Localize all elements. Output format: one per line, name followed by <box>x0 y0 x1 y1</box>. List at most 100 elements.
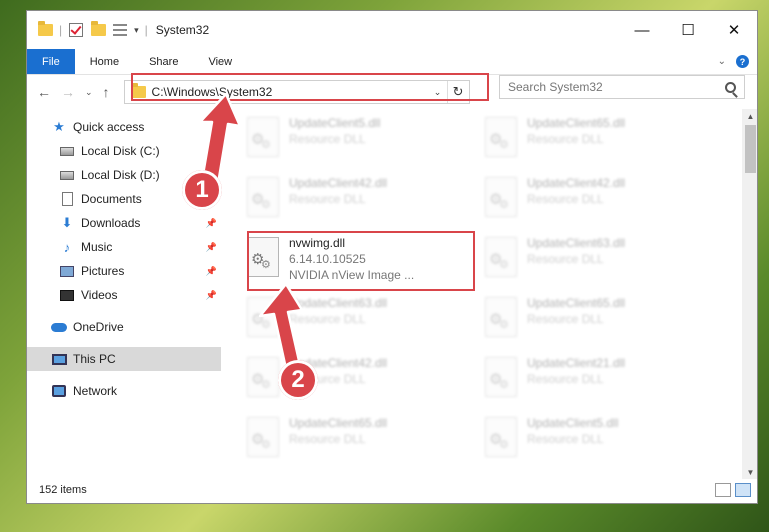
disk-icon <box>59 167 75 183</box>
pin-icon[interactable]: 📌 <box>206 290 217 301</box>
window-controls: — ☐ ✕ <box>619 11 757 49</box>
scroll-up-arrow-icon[interactable]: ▲ <box>742 109 757 123</box>
recent-locations-button[interactable]: ⌄ <box>85 87 93 98</box>
file-name: UpdateClient63.dll <box>527 236 626 250</box>
expand-ribbon-chevron-icon[interactable]: ⌄ <box>718 56 726 67</box>
file-name: nvwimg.dll <box>289 236 346 250</box>
file-type: Resource DLL <box>289 192 366 206</box>
customize-toolbar-chevron-icon[interactable]: ▾ <box>134 25 139 36</box>
sidebar-item-onedrive[interactable]: OneDrive <box>27 315 221 339</box>
file-version: 6.14.10.10525 <box>289 252 366 266</box>
file-type: Resource DLL <box>289 132 366 146</box>
maximize-button[interactable]: ☐ <box>665 11 711 49</box>
help-icon[interactable]: ? <box>736 55 749 68</box>
dll-file-icon <box>485 417 517 457</box>
dll-file-icon <box>485 177 517 217</box>
tab-file[interactable]: File <box>27 49 75 74</box>
list-item[interactable]: UpdateClient63.dll Resource DLL <box>485 233 705 285</box>
close-button[interactable]: ✕ <box>711 11 757 49</box>
properties-icon[interactable] <box>112 22 128 38</box>
sidebar-item-pictures[interactable]: Pictures 📌 <box>27 259 221 283</box>
cloud-icon <box>51 319 67 335</box>
dll-file-icon <box>247 417 279 457</box>
sidebar-item-music[interactable]: ♪ Music 📌 <box>27 235 221 259</box>
minimize-button[interactable]: — <box>619 11 665 49</box>
folder-icon <box>130 83 146 98</box>
properties-check-icon[interactable] <box>68 22 84 38</box>
main-area: ★ Quick access Local Disk (C:) Local Dis… <box>27 109 757 479</box>
sidebar-item-label: This PC <box>73 352 116 366</box>
file-type: Resource DLL <box>527 132 604 146</box>
search-icon <box>725 81 736 93</box>
tab-view[interactable]: View <box>193 49 247 74</box>
details-view-icon[interactable] <box>715 483 731 497</box>
refresh-button[interactable]: ↻ <box>446 81 469 103</box>
file-type: Resource DLL <box>527 192 604 206</box>
forward-button[interactable]: → <box>61 84 75 100</box>
dll-file-icon <box>485 117 517 157</box>
documents-icon <box>59 191 75 207</box>
sidebar-item-network[interactable]: Network <box>27 379 221 403</box>
music-icon: ♪ <box>63 239 71 255</box>
list-item[interactable]: UpdateClient42.dll Resource DLL <box>485 173 705 225</box>
sidebar-item-downloads[interactable]: ⬇ Downloads 📌 <box>27 211 221 235</box>
step-2-badge: 2 <box>278 360 318 400</box>
sidebar-item-label: Network <box>73 384 118 398</box>
pin-icon[interactable]: 📌 <box>206 242 217 253</box>
file-name: UpdateClient5.dll <box>527 416 619 430</box>
list-item[interactable]: UpdateClient5.dll Resource DLL <box>485 413 705 465</box>
file-type: Resource DLL <box>527 312 604 326</box>
tab-home[interactable]: Home <box>75 49 134 74</box>
back-button[interactable]: ← <box>37 84 51 100</box>
pin-icon[interactable]: 📌 <box>206 218 217 229</box>
vertical-scrollbar[interactable]: ▲ ▼ <box>742 109 757 479</box>
videos-icon <box>59 287 75 303</box>
search-input[interactable]: Search System32 <box>508 80 725 94</box>
ribbon-right: ⌄ ? <box>718 49 757 74</box>
list-item[interactable]: UpdateClient42.dll Resource DLL <box>247 173 467 225</box>
quick-access-toolbar: | ▾ | <box>37 21 148 38</box>
ribbon-tabs: File Home Share View ⌄ ? <box>27 49 757 75</box>
sidebar-item-this-pc[interactable]: This PC <box>27 347 221 371</box>
file-name: UpdateClient5.dll <box>289 116 381 130</box>
tiles-view-icon[interactable] <box>735 483 751 497</box>
list-item[interactable]: UpdateClient65.dll Resource DLL <box>485 113 705 165</box>
window-title: System32 <box>155 23 210 37</box>
target-file-item[interactable]: nvwimg.dll 6.14.10.10525 NVIDIA nView Im… <box>247 233 467 285</box>
folder-icon <box>37 21 53 38</box>
file-name: UpdateClient65.dll <box>289 416 388 430</box>
dll-file-icon <box>247 177 279 217</box>
address-dropdown-chevron-icon[interactable]: ⌄ <box>429 87 447 98</box>
dll-file-icon <box>247 237 279 277</box>
file-type: Resource DLL <box>527 432 604 446</box>
list-item[interactable]: UpdateClient65.dll Resource DLL <box>247 413 467 465</box>
pin-icon[interactable]: 📌 <box>206 266 217 277</box>
dll-file-icon <box>485 357 517 397</box>
list-item[interactable]: UpdateClient5.dll Resource DLL <box>247 113 467 165</box>
list-item[interactable]: UpdateClient65.dll Resource DLL <box>485 293 705 345</box>
file-name: UpdateClient42.dll <box>289 176 388 190</box>
list-item[interactable]: UpdateClient21.dll Resource DLL <box>485 353 705 405</box>
tab-share[interactable]: Share <box>134 49 193 74</box>
item-count: 152 items <box>39 484 87 496</box>
scrollbar-thumb[interactable] <box>745 125 756 173</box>
search-box[interactable]: Search System32 <box>499 75 745 99</box>
new-folder-icon[interactable] <box>90 21 106 38</box>
sidebar-item-label: Pictures <box>81 264 125 278</box>
file-type: Resource DLL <box>527 372 604 386</box>
network-icon <box>51 383 67 399</box>
sidebar-item-label: Videos <box>81 288 118 302</box>
pictures-icon <box>59 263 75 279</box>
toolbar-divider: | <box>144 23 148 37</box>
file-description: NVIDIA nView Image ... <box>289 268 415 282</box>
downloads-icon: ⬇ <box>61 215 73 230</box>
explorer-window: | ▾ | System32 — ☐ ✕ File Home Share Vie… <box>26 10 758 504</box>
toolbar-divider: | <box>59 23 63 37</box>
file-name: UpdateClient65.dll <box>527 296 626 310</box>
sidebar-item-label: OneDrive <box>73 320 124 334</box>
step-1-badge: 1 <box>182 170 222 210</box>
up-button[interactable]: ↑ <box>103 84 110 100</box>
dll-file-icon <box>485 297 517 337</box>
sidebar-item-videos[interactable]: Videos 📌 <box>27 283 221 307</box>
sidebar-item-label: Music <box>81 240 113 254</box>
